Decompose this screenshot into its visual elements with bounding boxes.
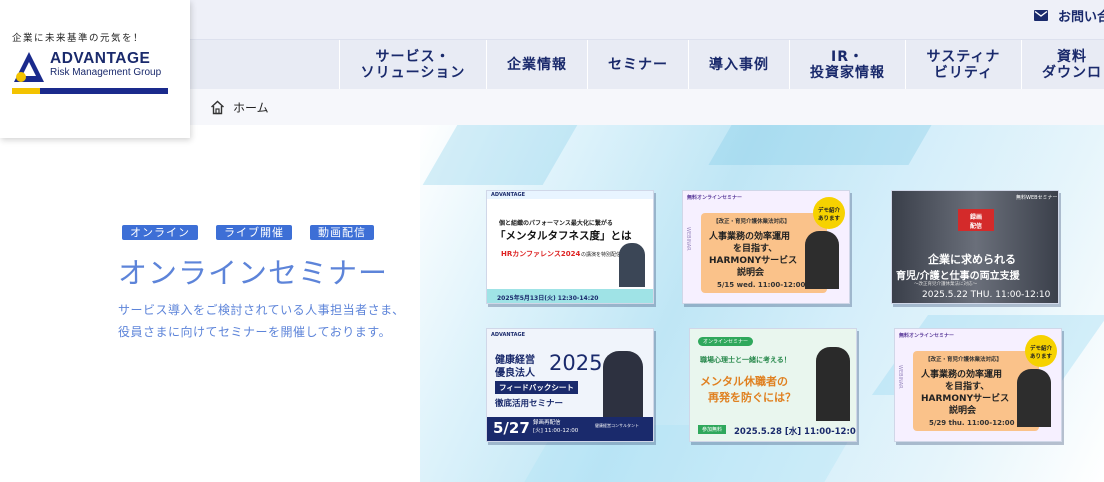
logo-subtitle: Risk Management Group bbox=[50, 67, 162, 78]
banner-date: 2025.5.28 [水] 11:00-12:00 bbox=[734, 427, 857, 437]
hero-tags: オンライン ライブ開催 動画配信 bbox=[122, 225, 374, 240]
banner-title: 育児/介護と仕事の両立支援 bbox=[896, 271, 1020, 282]
banner-speaker: 健康経営コンサルタント bbox=[595, 423, 639, 428]
hero-desc-line: 役員さまに向けてセミナーを開催しております。 bbox=[118, 325, 392, 339]
banner-title: 再発を防ぐには？ bbox=[708, 391, 796, 404]
page-title: オンラインセミナー bbox=[118, 256, 389, 290]
seminar-banner-mental-toughness[interactable]: ADVANTAGE 個と組織のパフォーマンス最大化に繋がる 「メンタルタフネス度… bbox=[486, 190, 654, 304]
banner-date: 2025年5月13日(火) 12:30-14:20 bbox=[497, 295, 599, 302]
banner-line: 個と組織のパフォーマンス最大化に繋がる bbox=[499, 220, 613, 227]
hero-desc-line: サービス導入をご検討されている人事担当者さま、 bbox=[118, 303, 405, 317]
banner-header: 無料オンラインセミナー bbox=[687, 195, 743, 201]
banner-date: 5/29 thu. 11:00-12:00 bbox=[929, 419, 1015, 427]
recorded-badge: 録画 配信 bbox=[958, 209, 994, 231]
seminar-banner-childcare[interactable]: 無料WEBセミナー 録画 配信 企業に求められる 育児/介護と仕事の両立支援 〜… bbox=[891, 190, 1059, 304]
tag-video: 動画配信 bbox=[310, 225, 374, 240]
nav-item-download[interactable]: 資料 ダウンロ bbox=[1021, 40, 1104, 89]
tag-live: ライブ開催 bbox=[216, 225, 292, 240]
banner-side: WEBINAR bbox=[685, 227, 691, 251]
breadcrumb: ホーム bbox=[210, 98, 269, 116]
contact-label: お問い合 bbox=[1058, 9, 1104, 25]
banner-side: WEBINAR bbox=[897, 365, 903, 389]
banner-date: 2025.5.22 THU. 11:00-12:10 bbox=[922, 290, 1051, 300]
banner-sub: 録画再配信 [火] 11:00-12:00 bbox=[533, 420, 579, 434]
speaker-photo bbox=[603, 351, 643, 421]
seminar-banner-harmony-2[interactable]: 無料オンラインセミナー WEBINAR 【改正・育児介護休業法対応】 人事業務の… bbox=[894, 328, 1062, 442]
nav-item-sustainability[interactable]: サスティナ ビリティ bbox=[905, 40, 1021, 89]
banner-line: 優良法人 bbox=[495, 368, 535, 379]
banner-date: 5/27 bbox=[493, 419, 530, 437]
nav-item-seminar[interactable]: セミナー bbox=[587, 40, 688, 89]
seminar-banner-mental-leave[interactable]: オンラインセミナー 職場心理士と一緒に考える！ メンタル休職者の 再発を防ぐには… bbox=[689, 328, 857, 442]
mail-icon bbox=[1034, 9, 1048, 21]
banner-header: 無料WEBセミナー bbox=[1016, 195, 1058, 201]
banner-title: メンタル休職者の bbox=[700, 375, 788, 388]
logo-tagline: 企業に未来基準の元気を！ bbox=[12, 33, 145, 44]
speaker-photo bbox=[805, 231, 839, 289]
home-icon[interactable] bbox=[210, 100, 225, 115]
banner-logo: ADVANTAGE bbox=[491, 192, 526, 198]
logo-card[interactable]: 企業に未来基準の元気を！ ADVANTAGE Risk Management G… bbox=[0, 0, 190, 138]
banner-line: 説明会 bbox=[737, 268, 765, 278]
banner-line: 説明会 bbox=[949, 406, 977, 416]
banner-line: 徹底活用セミナー bbox=[495, 399, 564, 409]
nav-item-cases[interactable]: 導入事例 bbox=[688, 40, 789, 89]
nav-item-services[interactable]: サービス・ ソリューション bbox=[339, 40, 486, 89]
banner-tag: 参加無料 bbox=[698, 425, 727, 434]
hero-description: サービス導入をご検討されている人事担当者さま、 役員さまに向けてセミナーを開催し… bbox=[118, 299, 438, 343]
demo-badge: デモ紹介 あります bbox=[813, 197, 845, 229]
speaker-photo bbox=[816, 347, 850, 421]
speaker-photo bbox=[1017, 369, 1051, 427]
banner-title: 「メンタルタフネス度」とは bbox=[495, 230, 632, 242]
banner-event: HRカンファレンス2024 bbox=[501, 250, 581, 258]
seminar-banner-health-management[interactable]: ADVANTAGE 健康経営 優良法人 2025 フィードバックシート 徹底活用… bbox=[486, 328, 654, 442]
contact-link[interactable]: お問い合 bbox=[1034, 6, 1104, 25]
banner-logo: ADVANTAGE bbox=[491, 332, 526, 338]
logo-stripe bbox=[12, 88, 168, 94]
breadcrumb-home[interactable]: ホーム bbox=[233, 99, 269, 116]
banner-year: 2025 bbox=[549, 351, 603, 375]
banner-line: フィードバックシート bbox=[495, 381, 578, 394]
banner-tag: 【改正・育児介護休業法対応】 bbox=[925, 357, 1003, 363]
banner-line: 職場心理士と一緒に考える！ bbox=[700, 356, 791, 364]
speaker-photo bbox=[619, 243, 645, 287]
banner-tag: 【改正・育児介護休業法対応】 bbox=[713, 219, 791, 225]
banner-date: 5/15 wed. 11:00-12:00 bbox=[717, 281, 806, 289]
demo-badge: デモ紹介 あります bbox=[1025, 335, 1057, 367]
banner-title: 企業に求められる bbox=[928, 253, 1016, 266]
seminar-banner-harmony-1[interactable]: 無料オンラインセミナー WEBINAR 【改正・育児介護休業法対応】 人事業務の… bbox=[682, 190, 850, 304]
banner-header: 無料オンラインセミナー bbox=[899, 333, 955, 339]
banner-header: オンラインセミナー bbox=[698, 337, 754, 346]
logo-name: ADVANTAGE bbox=[50, 50, 151, 67]
advantage-logo-mark bbox=[14, 52, 44, 82]
nav-item-company[interactable]: 企業情報 bbox=[486, 40, 587, 89]
tag-online: オンライン bbox=[122, 225, 198, 240]
nav-item-ir[interactable]: IR・ 投資家情報 bbox=[789, 40, 905, 89]
banner-sub: 〜改正育児介護休業法に対応〜 bbox=[914, 282, 977, 287]
